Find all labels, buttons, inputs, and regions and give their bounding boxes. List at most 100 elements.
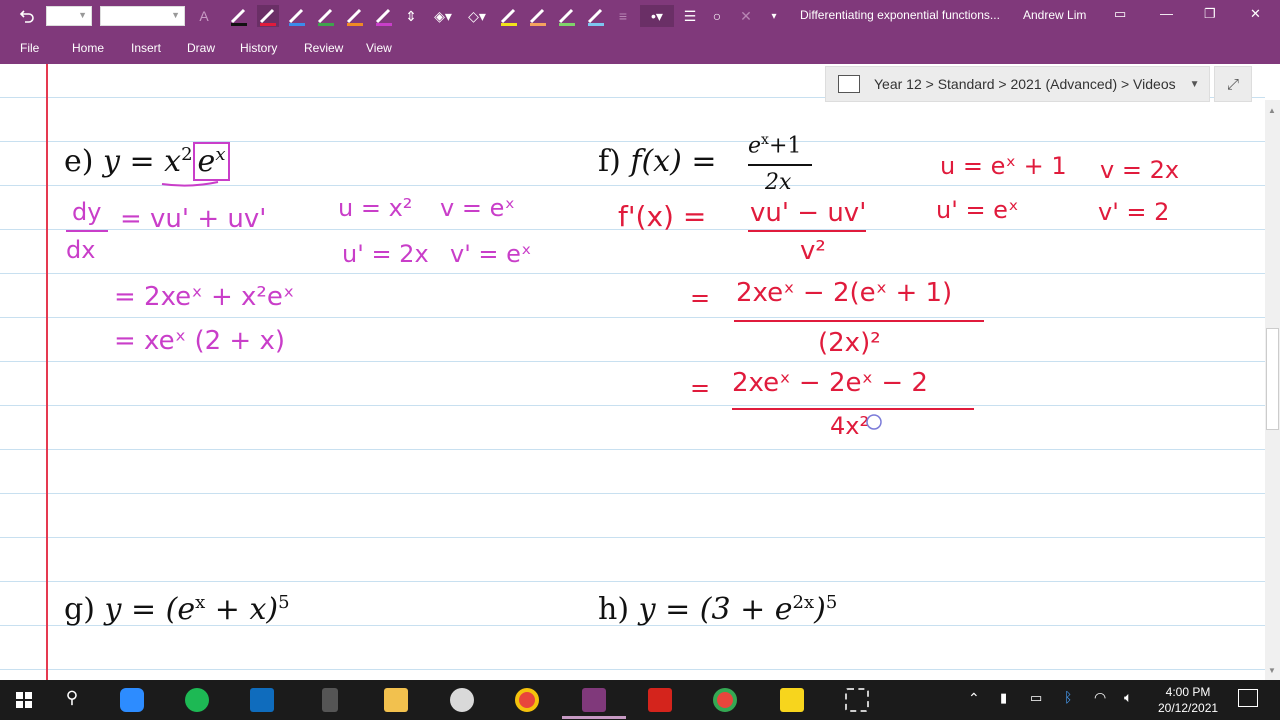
pen-black-icon[interactable] [228, 5, 250, 27]
customize-toolbar-icon[interactable]: ▾ [766, 5, 782, 27]
pen-blue-icon[interactable] [286, 5, 308, 27]
chrome-app-icon[interactable] [713, 688, 737, 712]
bluetooth-icon[interactable]: ᛒ [1064, 689, 1072, 705]
usb-icon[interactable]: ▮ [1000, 690, 1007, 706]
tab-view[interactable]: View [366, 41, 392, 55]
acrobat-app-icon[interactable] [648, 688, 672, 712]
expand-icon[interactable]: ⤢ [1214, 66, 1252, 102]
tab-history[interactable]: History [240, 41, 277, 55]
ink-e-u: u = x² [338, 194, 413, 222]
ink-f-prime: f'(x) = [618, 200, 707, 233]
title-bar: ▼ ▼ A ⇕ ◈▾ ◇▾ ≡ •▾ ☰ ○ ✕ ▾ Differentiati… [0, 0, 1280, 32]
tab-draw[interactable]: Draw [187, 41, 215, 55]
spotify-app-icon[interactable] [185, 688, 209, 712]
breadcrumb-path: Year 12 > Standard > 2021 (Advanced) > V… [874, 76, 1176, 92]
file-explorer-icon[interactable] [384, 688, 408, 712]
add-space-icon[interactable]: ⇕ [402, 5, 420, 27]
highlighter-orange-icon[interactable] [527, 5, 549, 27]
problem-e-box-sup: x [215, 144, 226, 165]
tab-review[interactable]: Review [304, 41, 343, 55]
taskbar: ⚲ ⌃ ▮ ▭ ᛒ ◠ 🔈︎ 4:00 PM 20/12/2021 [0, 680, 1280, 720]
ink-dy: dy [72, 198, 102, 226]
document-title: Differentiating exponential functions... [800, 8, 1000, 22]
onenote-app-icon[interactable] [582, 688, 606, 712]
ink-f-den2: (2x)² [818, 328, 881, 358]
problem-h-mid: ) [814, 592, 826, 627]
ruler-icon[interactable]: ≡ [614, 5, 632, 27]
scroll-down-icon[interactable]: ▼ [1268, 666, 1276, 675]
windows-start-icon[interactable] [12, 688, 36, 712]
problem-h-label: h) [598, 592, 630, 627]
pen-red-icon[interactable] [257, 5, 279, 27]
ink-f-num3: 2xeˣ − 2eˣ − 2 [732, 368, 928, 398]
chrome-app-icon[interactable] [515, 688, 539, 712]
ink-f-num2: 2xeˣ − 2(eˣ + 1) [736, 278, 953, 308]
problem-g-sup2: 5 [278, 592, 290, 613]
pen-thickness-icon[interactable]: •▾ [640, 5, 674, 27]
zoom-app-icon[interactable] [120, 688, 144, 712]
highlighter-blue-icon[interactable] [585, 5, 607, 27]
tab-file[interactable]: File [20, 41, 39, 55]
ink-f-num1: vu' − uv' [750, 198, 867, 228]
restore-icon[interactable]: ❐ [1204, 6, 1216, 22]
bullet-list-icon[interactable]: ☰ [680, 5, 700, 27]
ink-e-v: v = eˣ [440, 194, 515, 222]
note-page[interactable]: Year 12 > Standard > 2021 (Advanced) > V… [0, 64, 1265, 680]
tab-home[interactable]: Home [72, 41, 104, 55]
rule-line [0, 493, 1265, 494]
tab-insert[interactable]: Insert [131, 41, 161, 55]
problem-h-expr: y = (3 + e [638, 592, 793, 627]
battery-icon[interactable]: ▭ [1030, 690, 1042, 706]
system-clock[interactable]: 4:00 PM 20/12/2021 [1158, 684, 1218, 716]
pen-orange-icon[interactable] [344, 5, 366, 27]
lasso-icon[interactable]: ○ [706, 5, 728, 27]
notifications-icon[interactable] [1238, 689, 1258, 707]
ink-e-line2: = 2xeˣ + x²eˣ [114, 282, 295, 312]
show-hidden-icons-icon[interactable]: ⌃ [968, 690, 980, 707]
volume-icon[interactable]: 🔈︎ [1124, 689, 1132, 706]
chevron-down-icon[interactable]: ▼ [1190, 79, 1200, 90]
delete-icon[interactable]: ✕ [736, 5, 756, 27]
pen-magenta-icon[interactable] [373, 5, 395, 27]
undo-icon[interactable] [14, 5, 40, 27]
search-icon[interactable]: ⚲ [60, 688, 84, 712]
screen-clip-icon[interactable] [845, 688, 869, 712]
wifi-icon[interactable]: ◠ [1094, 689, 1106, 706]
calculator-app-icon[interactable] [322, 688, 338, 712]
ink-f-du: u' = eˣ [936, 196, 1019, 224]
minimize-icon[interactable]: — [1160, 6, 1173, 21]
problem-g-mid: + x) [205, 592, 279, 627]
highlighter-green-icon[interactable] [556, 5, 578, 27]
eraser-icon[interactable]: ◈▾ [430, 5, 456, 27]
snipping-tool-icon[interactable] [450, 688, 474, 712]
user-name[interactable]: Andrew Lim [1023, 8, 1086, 22]
pen-cursor-icon [866, 414, 882, 430]
font-size-select[interactable]: ▼ [100, 6, 185, 26]
ribbon-display-icon[interactable]: ▭ [1114, 6, 1126, 22]
font-name-select[interactable]: ▼ [46, 6, 92, 26]
font-color-icon[interactable]: A [195, 5, 213, 27]
problem-g-label: g) [64, 592, 95, 627]
notebook-icon [838, 75, 860, 93]
f-num-base: e [748, 133, 762, 159]
ink-f-v: v = 2x [1100, 156, 1180, 184]
ink-f-dv: v' = 2 [1098, 198, 1170, 226]
chevron-down-icon: ▼ [171, 10, 180, 20]
close-icon[interactable]: ✕ [1250, 6, 1261, 22]
sticky-notes-icon[interactable] [780, 688, 804, 712]
highlighter-yellow-icon[interactable] [498, 5, 520, 27]
vertical-scrollbar[interactable]: ▲ ▼ [1265, 100, 1280, 680]
scroll-up-icon[interactable]: ▲ [1268, 106, 1276, 115]
problem-e-sup: 2 [181, 144, 193, 165]
breadcrumb[interactable]: Year 12 > Standard > 2021 (Advanced) > V… [825, 66, 1210, 102]
ink-fraction-bar [732, 408, 974, 410]
outlook-app-icon[interactable] [250, 688, 274, 712]
problem-f: f) f(x) = [598, 144, 716, 179]
rule-line [0, 669, 1265, 670]
pen-green-icon[interactable] [315, 5, 337, 27]
problem-e-lhs: y = x [103, 144, 182, 179]
lasso-select-icon[interactable]: ◇▾ [462, 5, 492, 27]
rule-line [0, 537, 1265, 538]
problem-e: e) y = x2 ex [64, 142, 231, 181]
scrollbar-thumb[interactable] [1266, 328, 1279, 430]
